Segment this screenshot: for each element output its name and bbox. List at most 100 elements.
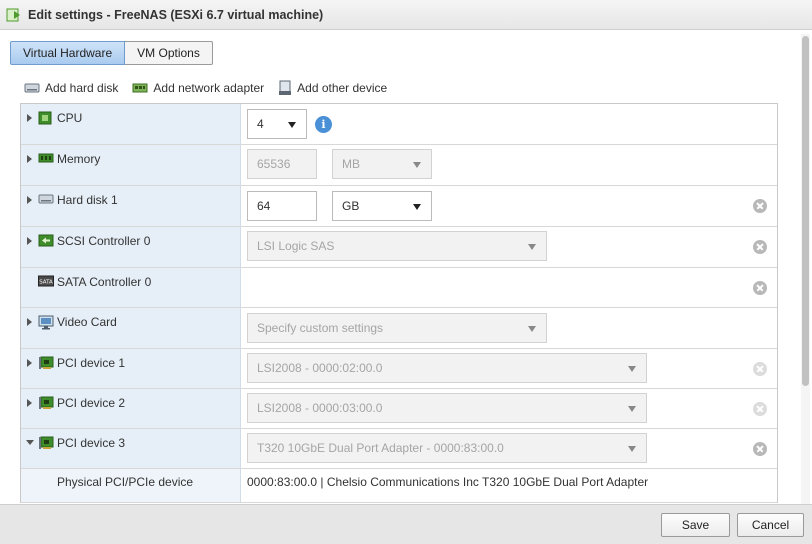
memory-size-input[interactable]: 65536 (247, 149, 317, 179)
tab-bar: Virtual Hardware VM Options (10, 41, 213, 65)
chevron-down-icon (528, 326, 536, 332)
chevron-down-icon (288, 122, 296, 128)
video-card-settings-select[interactable]: Specify custom settings (247, 313, 547, 343)
device-label-cell: SCSI Controller 0 (21, 227, 241, 267)
device-label-scsi-controller-0: SCSI Controller 0 (57, 234, 151, 248)
memory-unit-value: MB (342, 157, 360, 171)
remove-device-icon[interactable] (753, 362, 767, 376)
hard-disk-unit-select[interactable]: GB (332, 191, 432, 221)
remove-device-icon[interactable] (753, 442, 767, 456)
device-row-hard-disk-1: Hard disk 1 64 GB (21, 186, 777, 227)
device-label-cell: SATA SATA Controller 0 (21, 268, 241, 307)
vm-edit-icon (6, 8, 20, 21)
monitor-icon (38, 315, 54, 330)
device-label-pci-device-1: PCI device 1 (57, 356, 126, 370)
network-adapter-icon (132, 83, 148, 93)
pci-device-1-value: LSI2008 - 0000:02:00.0 (257, 361, 383, 375)
chevron-down-icon (528, 244, 536, 250)
remove-device-icon[interactable] (753, 199, 767, 213)
device-value-cell: 4 i (241, 104, 777, 144)
device-label-sata-controller-0: SATA Controller 0 (57, 275, 152, 289)
device-row-pci-device-3: PCI device 3 T320 10GbE Dual Port Adapte… (21, 429, 777, 469)
vertical-scrollbar[interactable] (801, 34, 810, 504)
device-value-cell: Specify custom settings (241, 308, 777, 348)
physical-device-label: Physical PCI/PCIe device (57, 475, 194, 489)
expand-chevron-icon[interactable] (27, 196, 32, 204)
sata-icon: SATA (38, 275, 54, 287)
scsi-icon (38, 234, 54, 247)
device-label-memory: Memory (57, 152, 101, 166)
device-row-video-card: Video Card Specify custom settings (21, 308, 777, 349)
tab-vm-options[interactable]: VM Options (125, 41, 213, 65)
device-label-cell: Video Card (21, 308, 241, 348)
expand-chevron-icon[interactable] (27, 359, 32, 367)
expand-chevron-icon[interactable] (27, 318, 32, 326)
scsi-type-select[interactable]: LSI Logic SAS (247, 231, 547, 261)
chevron-down-icon (628, 406, 636, 412)
hard-disk-icon (38, 194, 54, 204)
device-label-cell: PCI device 1 (21, 349, 241, 388)
memory-unit-select[interactable]: MB (332, 149, 432, 179)
pci-device-3-select[interactable]: T320 10GbE Dual Port Adapter - 0000:83:0… (247, 433, 647, 463)
collapse-chevron-icon[interactable] (26, 440, 34, 445)
pci-device-1-select[interactable]: LSI2008 - 0000:02:00.0 (247, 353, 647, 383)
device-grid: CPU 4 i Memory 65536 MB Hard disk 1 64 G… (20, 103, 778, 503)
other-device-icon (279, 80, 292, 95)
device-label-pci-device-2: PCI device 2 (57, 396, 126, 410)
expand-chevron-icon[interactable] (27, 155, 32, 163)
info-icon[interactable]: i (315, 116, 332, 133)
device-label-cpu: CPU (57, 111, 83, 125)
pci-device-3-physical-row: Physical PCI/PCIe device 0000:83:00.0 | … (21, 469, 777, 503)
device-value-cell: LSI2008 - 0000:02:00.0 (241, 349, 777, 388)
add-hard-disk-button[interactable]: Add hard disk (24, 81, 118, 95)
device-value-cell: LSI Logic SAS (241, 227, 777, 267)
pci-device-2-select[interactable]: LSI2008 - 0000:03:00.0 (247, 393, 647, 423)
pci-device-3-value: T320 10GbE Dual Port Adapter - 0000:83:0… (257, 441, 504, 455)
add-other-device-button[interactable]: Add other device (278, 80, 387, 96)
pci-card-icon (39, 356, 54, 369)
chevron-down-icon (628, 446, 636, 452)
device-label-cell: Physical PCI/PCIe device (21, 469, 241, 502)
device-label-cell: Memory (21, 145, 241, 185)
device-value-cell: 65536 MB (241, 145, 777, 185)
scsi-type-value: LSI Logic SAS (257, 239, 335, 253)
device-row-pci-device-2: PCI device 2 LSI2008 - 0000:03:00.0 (21, 389, 777, 429)
device-label-cell: PCI device 2 (21, 389, 241, 428)
device-label-cell: CPU (21, 104, 241, 144)
window-title: Edit settings - FreeNAS (ESXi 6.7 virtua… (28, 7, 324, 22)
cpu-count-select[interactable]: 4 (247, 109, 307, 139)
window-titlebar: Edit settings - FreeNAS (ESXi 6.7 virtua… (0, 0, 812, 30)
hard-disk-size-input[interactable]: 64 (247, 191, 317, 221)
device-value-cell: 0000:83:00.0 | Chelsio Communications In… (241, 469, 777, 502)
device-row-pci-device-1: PCI device 1 LSI2008 - 0000:02:00.0 (21, 349, 777, 389)
device-label-cell: Hard disk 1 (21, 186, 241, 226)
device-label-video-card: Video Card (57, 315, 117, 329)
expand-chevron-icon[interactable] (27, 399, 32, 407)
chevron-down-icon (628, 366, 636, 372)
pci-card-icon (39, 396, 54, 409)
tab-virtual-hardware[interactable]: Virtual Hardware (10, 41, 126, 65)
pci-card-icon (39, 436, 54, 449)
expand-chevron-icon[interactable] (27, 114, 32, 122)
cancel-button[interactable]: Cancel (737, 513, 804, 537)
device-label-cell: PCI device 3 (21, 429, 241, 468)
scrollbar-thumb[interactable] (802, 36, 809, 386)
hard-disk-size-value: 64 (257, 199, 271, 213)
add-device-toolbar: Add hard disk Add network adapter Add ot… (24, 80, 401, 96)
save-button[interactable]: Save (661, 513, 730, 537)
dialog-footer: Save Cancel (0, 504, 812, 544)
hard-disk-unit-value: GB (342, 199, 360, 213)
device-row-scsi-controller-0: SCSI Controller 0 LSI Logic SAS (21, 227, 777, 268)
remove-device-icon[interactable] (753, 240, 767, 254)
remove-device-icon[interactable] (753, 281, 767, 295)
memory-size-value: 65536 (257, 157, 291, 171)
expand-chevron-icon[interactable] (27, 237, 32, 245)
device-label-hard-disk-1: Hard disk 1 (57, 193, 118, 207)
device-label-pci-device-3: PCI device 3 (57, 436, 126, 450)
add-network-adapter-button[interactable]: Add network adapter (132, 81, 264, 95)
memory-icon (38, 153, 54, 163)
device-row-cpu: CPU 4 i (21, 104, 777, 145)
hard-disk-icon (24, 83, 40, 93)
chevron-down-icon (413, 162, 421, 168)
remove-device-icon[interactable] (753, 402, 767, 416)
